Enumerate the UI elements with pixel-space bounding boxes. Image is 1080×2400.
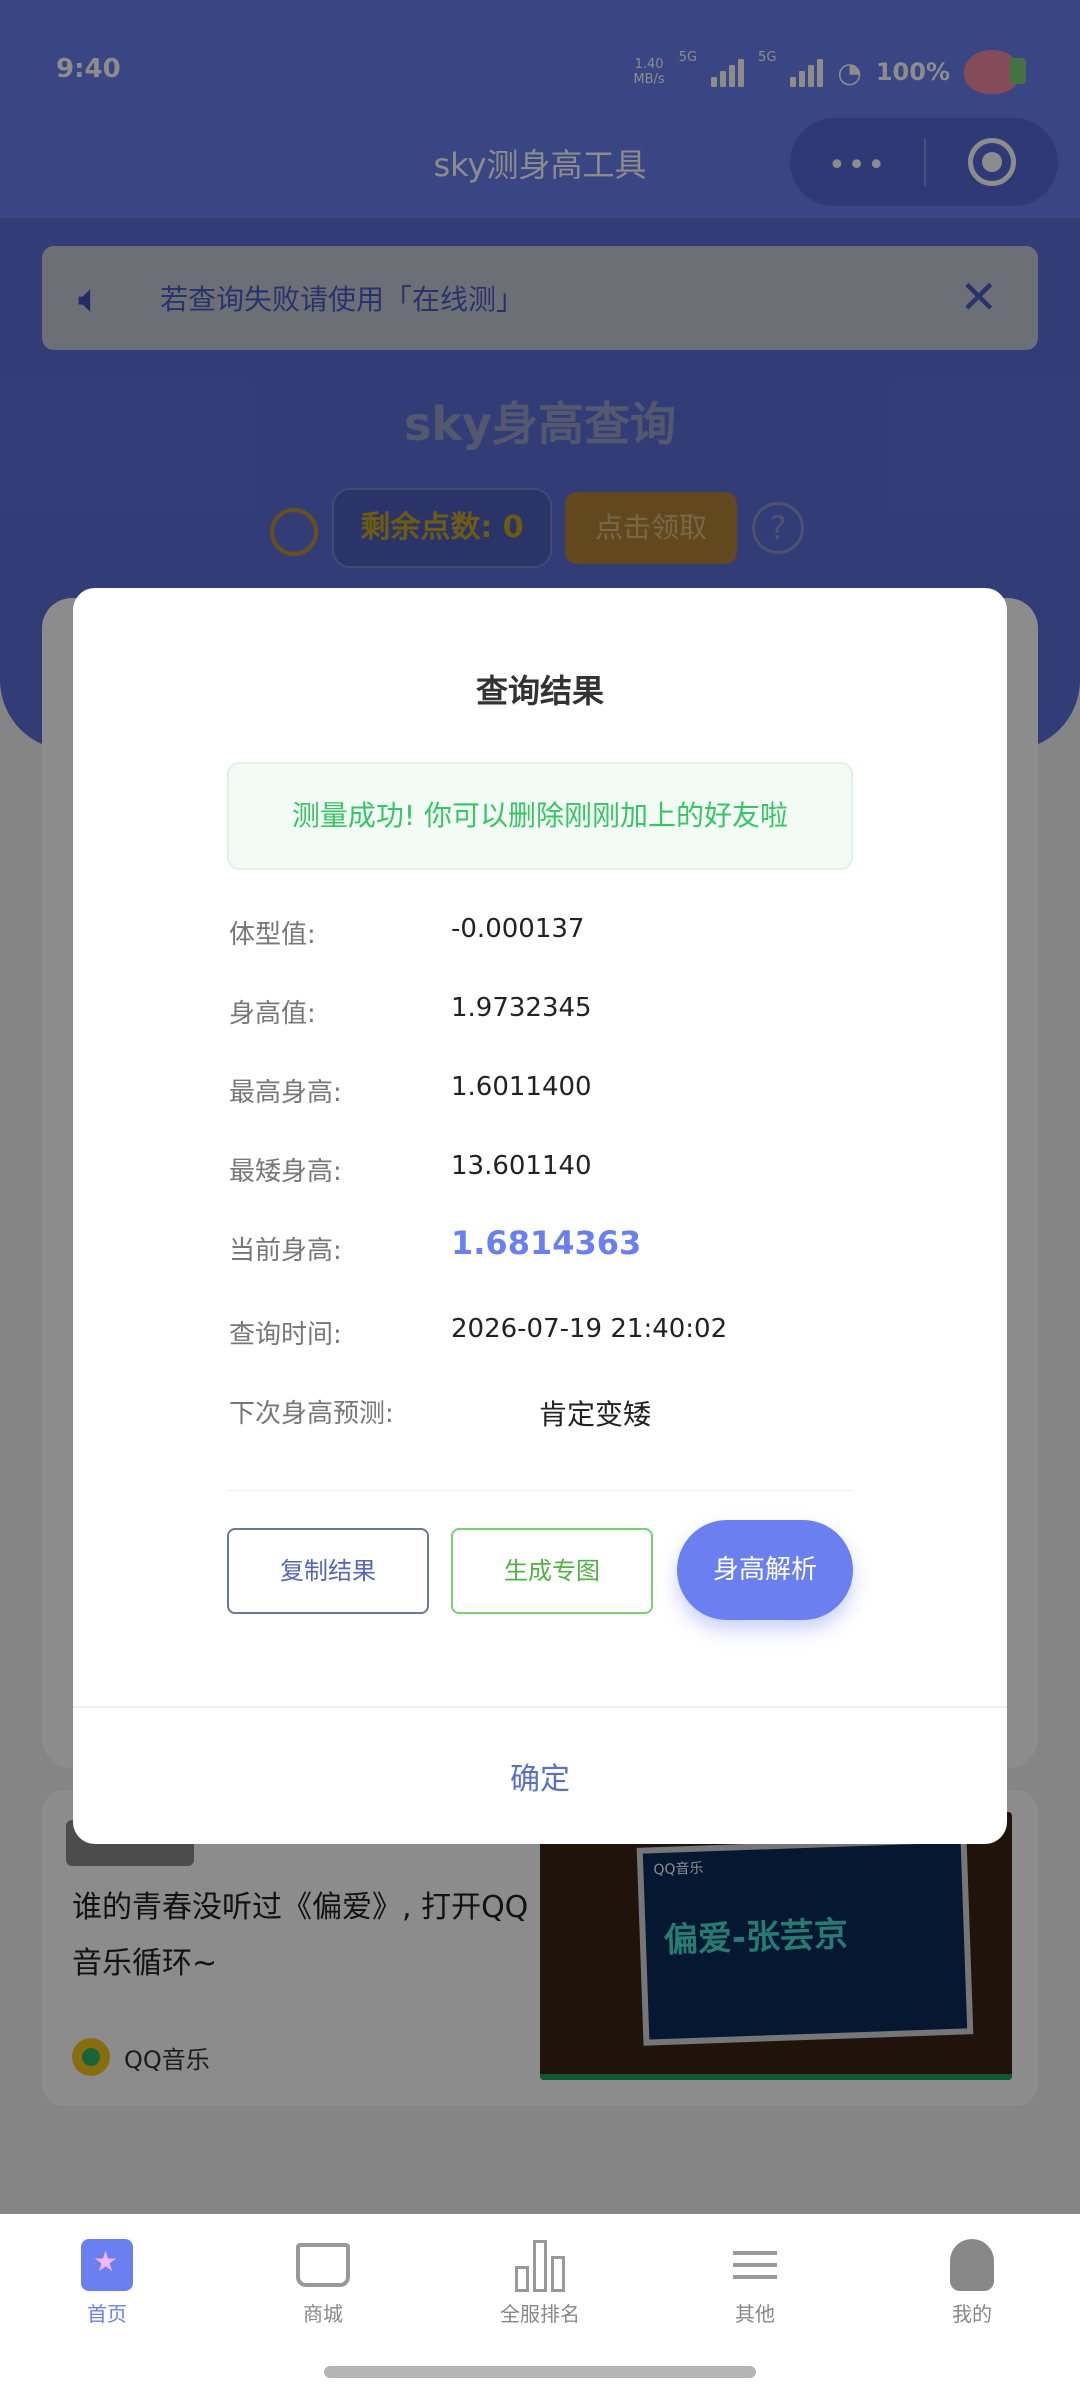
tab-home[interactable]: 首页 <box>27 2232 187 2327</box>
current-height-value: 1.6814363 <box>451 1224 642 1262</box>
row-label: 下次身高预测: <box>229 1399 394 1429</box>
copy-result-button[interactable]: 复制结果 <box>227 1528 429 1614</box>
confirm-button[interactable]: 确定 <box>73 1754 1007 1798</box>
row-value: -0.000137 <box>451 914 585 944</box>
result-row: 查询时间: 2026-07-19 21:40:02 <box>229 1300 849 1379</box>
result-modal: 查询结果 测量成功! 你可以删除刚刚加上的好友啦 体型值: -0.000137 … <box>73 588 1007 1844</box>
home-indicator <box>324 2366 756 2378</box>
row-value: 2026-07-19 21:40:02 <box>451 1314 728 1344</box>
cart-icon <box>296 2243 350 2287</box>
tab-label: 我的 <box>952 2302 992 2326</box>
height-analysis-button[interactable]: 身高解析 <box>677 1520 853 1620</box>
row-label: 身高值: <box>229 999 316 1029</box>
tab-profile[interactable]: 我的 <box>892 2232 1052 2327</box>
tab-shop[interactable]: 商城 <box>243 2232 403 2327</box>
result-row: 体型值: -0.000137 <box>229 900 849 979</box>
tab-label: 其他 <box>735 2302 775 2326</box>
row-label: 当前身高: <box>229 1236 342 1266</box>
result-list: 体型值: -0.000137 身高值: 1.9732345 最高身高: 1.60… <box>229 900 849 1458</box>
row-label: 最矮身高: <box>229 1157 342 1187</box>
success-message: 测量成功! 你可以删除刚刚加上的好友啦 <box>227 762 853 870</box>
generate-image-button[interactable]: 生成专图 <box>451 1528 653 1614</box>
tab-label: 首页 <box>87 2302 127 2326</box>
row-value: 1.6011400 <box>451 1072 592 1102</box>
home-icon <box>81 2239 133 2291</box>
result-row: 下次身高预测: 肯定变矮 <box>229 1379 849 1458</box>
prediction-value: 肯定变矮 <box>539 1398 652 1431</box>
tab-other[interactable]: 其他 <box>675 2232 835 2327</box>
result-row: 最矮身高: 13.601140 <box>229 1137 849 1216</box>
result-row: 身高值: 1.9732345 <box>229 979 849 1058</box>
row-value: 1.9732345 <box>451 993 592 1023</box>
tab-ranking[interactable]: 全服排名 <box>460 2232 620 2327</box>
row-value: 13.601140 <box>451 1151 592 1181</box>
row-label: 体型值: <box>229 920 316 950</box>
row-label: 查询时间: <box>229 1320 342 1350</box>
result-row: 当前身高: 1.6814363 <box>229 1216 849 1300</box>
row-label: 最高身高: <box>229 1078 342 1108</box>
footer-divider <box>73 1706 1007 1708</box>
menu-icon <box>733 2243 777 2287</box>
tab-label: 商城 <box>303 2302 343 2326</box>
modal-title: 查询结果 <box>475 672 604 710</box>
profile-icon <box>950 2239 994 2291</box>
tab-label: 全服排名 <box>500 2302 580 2326</box>
modal-divider <box>227 1490 853 1491</box>
ranking-icon <box>515 2238 565 2292</box>
result-row: 最高身高: 1.6011400 <box>229 1058 849 1137</box>
